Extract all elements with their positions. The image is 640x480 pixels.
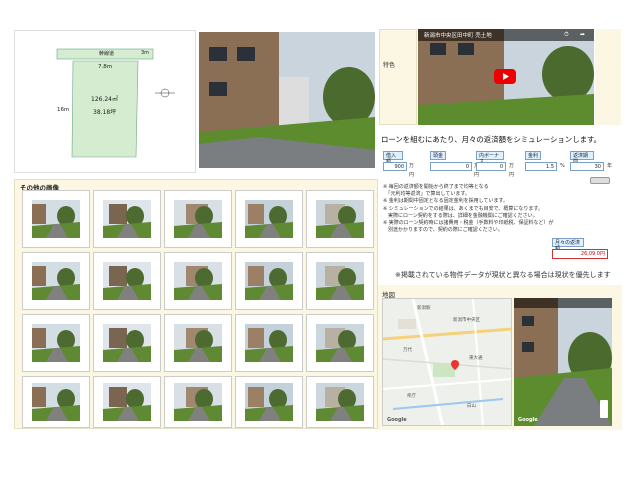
map-label-text: 白山 bbox=[467, 404, 476, 409]
google-logo: Google bbox=[387, 417, 407, 423]
bonus-input[interactable]: 0 bbox=[476, 162, 506, 171]
road-label: 幹線道 bbox=[99, 51, 115, 57]
area-tsubo: 38.18坪 bbox=[93, 109, 117, 116]
google-logo: Google bbox=[518, 417, 538, 423]
interest-input[interactable]: 1.5 bbox=[525, 162, 557, 171]
right-strip bbox=[595, 29, 621, 125]
gallery-thumbnail[interactable] bbox=[235, 376, 303, 428]
plot-diagram: 幹線道 3m 7.8m 16m 126.24㎡ 38.18坪 bbox=[14, 30, 196, 173]
map-label-text: 新潟市中央区 bbox=[453, 318, 480, 323]
map-label-text: 万代 bbox=[403, 348, 412, 353]
calculate-button[interactable] bbox=[590, 177, 610, 184]
gallery-thumbnail[interactable] bbox=[306, 190, 374, 248]
term-unit: 年 bbox=[607, 163, 613, 169]
term-label: 返済期間 bbox=[570, 151, 594, 165]
watch-later-icon[interactable]: ⏱ bbox=[564, 31, 569, 39]
gallery-thumbnail[interactable] bbox=[306, 252, 374, 310]
bonus-label: 内ボーナス bbox=[476, 151, 504, 165]
term-input[interactable]: 30 bbox=[570, 162, 604, 171]
gallery-thumbnail[interactable] bbox=[22, 252, 90, 310]
gallery-thumbnail[interactable] bbox=[164, 190, 232, 248]
video-player[interactable]: 新潟市中央区田中町 売土地 ⏱ ➦ bbox=[418, 29, 594, 125]
loan-amount-unit: 万円 bbox=[409, 163, 415, 178]
bonus-unit: 万円 bbox=[509, 163, 515, 178]
monthly-payment-label: 月々の返済額 bbox=[552, 238, 584, 252]
map-label-text: 県庁 bbox=[407, 394, 416, 399]
video-title: 新潟市中央区田中町 売土地 bbox=[424, 33, 492, 39]
gallery-thumbnail[interactable] bbox=[235, 190, 303, 248]
down-payment-input[interactable]: 0 bbox=[430, 162, 472, 171]
interest-label: 金利 bbox=[525, 151, 541, 160]
gallery-thumbnail[interactable] bbox=[93, 190, 161, 248]
road-width: 3m bbox=[141, 50, 150, 56]
gallery-thumbnail[interactable] bbox=[22, 314, 90, 372]
play-button[interactable] bbox=[494, 69, 516, 84]
gallery-thumbnail[interactable] bbox=[22, 190, 90, 248]
monthly-payment-value: 26,09 0円 bbox=[552, 249, 608, 259]
loan-note: 別途かかりますので、契約の際にご確認ください。 bbox=[383, 227, 503, 234]
data-notice: ※掲載されている物件データが現状と異なる場合は現状を優先します bbox=[395, 271, 611, 279]
loan-note: ※ シミュレーションでの結果は、あくまでも目安で、概算になります。 bbox=[383, 205, 543, 212]
map[interactable]: 新潟駅 新潟市中央区 万代 東大通 県庁 白山 Google bbox=[382, 298, 512, 426]
map-pin-icon[interactable] bbox=[451, 355, 459, 370]
property-photo[interactable] bbox=[199, 32, 375, 168]
loan-notes: ※ 毎回の返済額を開始から終了まで均等となる 「元利均等返済」で算出しています。… bbox=[383, 184, 583, 234]
play-icon bbox=[503, 73, 509, 80]
loan-note: ※ 金利は期間中固定となる固定金利を採用しています。 bbox=[383, 198, 508, 205]
map-label-text: 東大通 bbox=[469, 356, 483, 361]
gallery-thumbnail[interactable] bbox=[93, 376, 161, 428]
zoom-control[interactable] bbox=[600, 400, 608, 418]
area-m2: 126.24㎡ bbox=[91, 96, 118, 103]
gallery-thumbnail[interactable] bbox=[164, 252, 232, 310]
loan-heading: ローンを組むにあたり、月々の返済額をシミュレーションします。 bbox=[381, 135, 602, 144]
map-label-text: 新潟駅 bbox=[417, 306, 431, 311]
gallery-thumbnail[interactable] bbox=[235, 314, 303, 372]
street-view[interactable]: Google bbox=[514, 298, 612, 426]
loan-note: 実際にローン契約をする際は、詳細を金融機関にご確認ください。 bbox=[383, 212, 538, 219]
loan-amount-label: 借入額 bbox=[383, 151, 403, 165]
depth-label: 16m bbox=[57, 107, 70, 113]
video-side-label: 特色 bbox=[383, 62, 396, 69]
gallery-thumbnail[interactable] bbox=[164, 314, 232, 372]
video-side-cell: 特色 bbox=[379, 29, 417, 125]
gallery-thumbnail[interactable] bbox=[306, 314, 374, 372]
down-payment-label: 頭金 bbox=[430, 151, 446, 160]
frontage-label: 7.8m bbox=[98, 64, 113, 70]
interest-unit: % bbox=[560, 163, 565, 169]
gallery-thumbnail[interactable] bbox=[22, 376, 90, 428]
share-icon[interactable]: ➦ bbox=[580, 31, 585, 38]
gallery-thumbnail[interactable] bbox=[93, 252, 161, 310]
gallery-thumbnail[interactable] bbox=[306, 376, 374, 428]
gallery-thumbnail[interactable] bbox=[164, 376, 232, 428]
gallery-thumbnail[interactable] bbox=[93, 314, 161, 372]
loan-amount-input[interactable]: 900 bbox=[383, 162, 407, 171]
gallery-thumbnail[interactable] bbox=[235, 252, 303, 310]
